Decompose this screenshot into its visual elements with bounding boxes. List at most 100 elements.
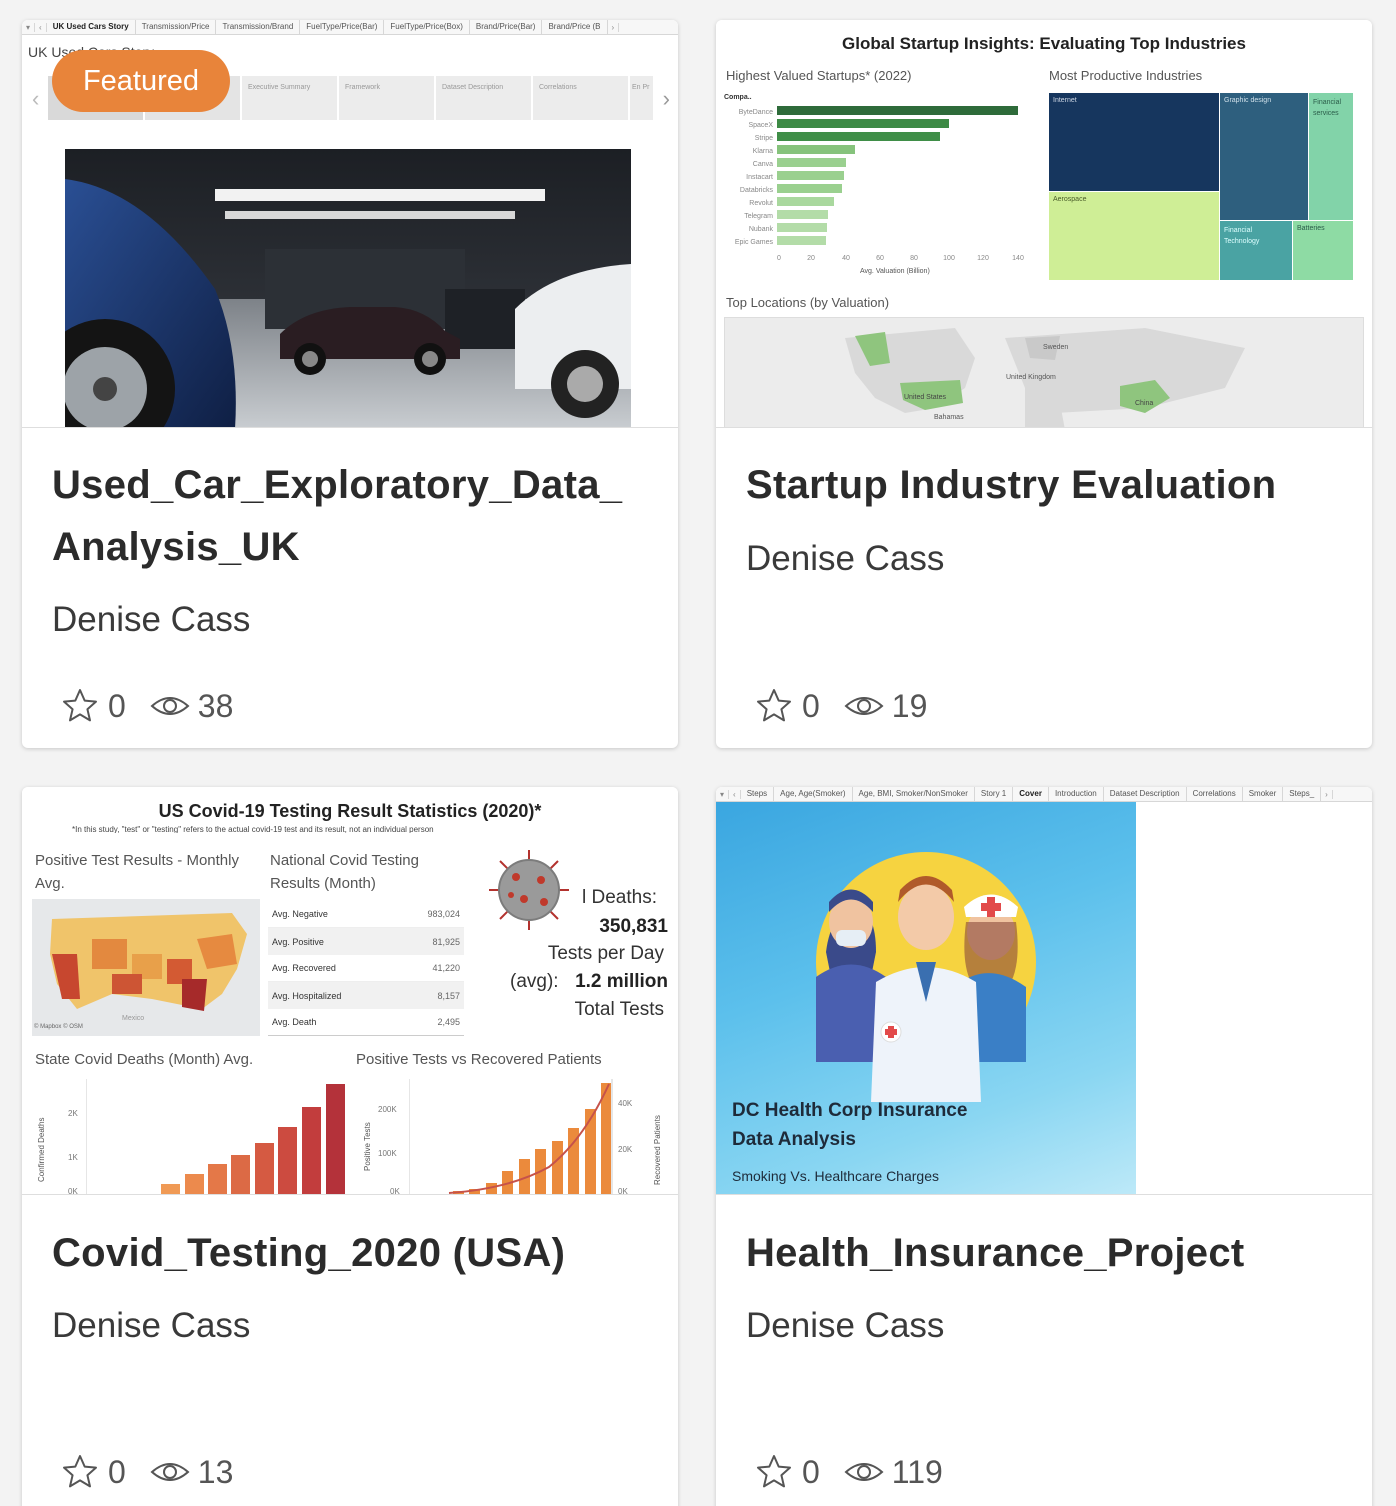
- workbook-title[interactable]: Used_Car_Exploratory_Data_ Analysis_UK: [52, 454, 648, 578]
- story-tab: UK Used Cars Story: [47, 20, 136, 34]
- row-label: Avg. Death: [272, 1017, 317, 1027]
- favorite-control[interactable]: 0: [60, 686, 126, 726]
- author-name[interactable]: Denise Cass: [52, 1306, 250, 1346]
- workbook-thumbnail[interactable]: US Covid-19 Testing Result Statistics (2…: [22, 787, 678, 1195]
- svg-text:140: 140: [1012, 255, 1024, 262]
- positive-recovered-chart: [409, 1079, 613, 1194]
- workbook-stats: 0 13: [60, 1452, 233, 1492]
- bar-chart-title: Highest Valued Startups* (2022): [726, 68, 912, 83]
- car-showroom-photo: [65, 149, 631, 427]
- industry-treemap: Internet Graphic design Financial servic…: [1049, 93, 1353, 280]
- cover-image: DC Health Corp Insurance Data Analysis S…: [716, 802, 1136, 1194]
- bar-x-axis-label: Avg. Valuation (Billion): [860, 268, 930, 275]
- svg-text:Nubank: Nubank: [749, 226, 774, 233]
- prev-arrow-icon: ‹: [729, 789, 741, 799]
- story-tab-bar: ▾ ‹ UK Used Cars Story Transmission/Pric…: [22, 20, 678, 35]
- story-tab: Brand/Price(Bar): [470, 20, 543, 34]
- eye-icon: [150, 1463, 190, 1481]
- map-label: United Kingdom: [1006, 374, 1056, 381]
- recovered-tick: 20K: [618, 1145, 633, 1154]
- svg-text:40: 40: [842, 255, 850, 262]
- svg-text:Canva: Canva: [753, 161, 773, 168]
- deaths-tick: 2K: [68, 1109, 78, 1118]
- positive-tick: 100K: [378, 1149, 397, 1158]
- workbook-gallery: Featured ▾ ‹ UK Used Cars Story Transmis…: [0, 0, 1396, 1506]
- us-choropleth-map: © Mapbox © OSM Mexico: [32, 899, 260, 1036]
- workbook-stats: 0 119: [754, 1452, 943, 1492]
- favorite-control[interactable]: 0: [754, 686, 820, 726]
- favorite-control[interactable]: 0: [754, 1452, 820, 1492]
- prev-story-icon: ‹: [32, 86, 40, 111]
- dropdown-icon: ▾: [22, 22, 36, 32]
- workbook-title[interactable]: Startup Industry Evaluation: [746, 454, 1342, 516]
- workbook-card[interactable]: US Covid-19 Testing Result Statistics (2…: [22, 787, 678, 1506]
- map-title: Positive Test Results - Monthly Avg.: [35, 852, 239, 892]
- star-icon[interactable]: [60, 686, 100, 726]
- story-point: Dataset Description: [436, 76, 533, 120]
- svg-text:120: 120: [977, 255, 989, 262]
- table-row: Avg. Negative 983,024: [268, 901, 464, 928]
- author-name[interactable]: Denise Cass: [746, 539, 944, 579]
- eye-icon: [844, 697, 884, 715]
- workbook-stats: 0 19: [754, 686, 927, 726]
- featured-badge: Featured: [52, 50, 230, 112]
- row-label: Avg. Negative: [272, 909, 328, 919]
- star-icon[interactable]: [754, 686, 794, 726]
- story-tab: Steps: [741, 787, 775, 801]
- row-label: Avg. Recovered: [272, 963, 336, 973]
- svg-text:20: 20: [807, 255, 815, 262]
- star-icon[interactable]: [60, 1452, 100, 1492]
- deaths-kpi-value: 350,831: [599, 916, 668, 937]
- prev-arrow-icon: ‹: [35, 22, 47, 32]
- svg-text:100: 100: [943, 255, 955, 262]
- tests-kpi-value: 1.2 million: [575, 971, 668, 992]
- map-label: China: [1135, 400, 1154, 407]
- world-map: Sweden United Kingdom United States Baha…: [724, 317, 1364, 427]
- author-name[interactable]: Denise Cass: [746, 1306, 944, 1346]
- star-icon[interactable]: [754, 1452, 794, 1492]
- table-row: Avg. Positive 81,925: [268, 928, 464, 955]
- map-credit: © Mapbox © OSM: [34, 1024, 83, 1030]
- startup-bar-chart: ByteDance SpaceX Stripe Klarna Canva Instaca…: [735, 106, 1024, 262]
- svg-text:60: 60: [876, 255, 884, 262]
- view-count-group: 119: [844, 1452, 943, 1492]
- workbook-title[interactable]: Health_Insurance_Project: [746, 1222, 1342, 1284]
- positive-chart-title: Positive Tests vs Recovered Patients: [356, 1051, 602, 1068]
- eye-icon: [844, 1463, 884, 1481]
- map-title: Top Locations (by Valuation): [726, 295, 890, 310]
- story-tab: Transmission/Price: [136, 20, 217, 34]
- eye-icon: [150, 697, 190, 715]
- workbook-thumbnail[interactable]: ▾ ‹ Steps Age, Age(Smoker) Age, BMI, Smo…: [716, 787, 1372, 1195]
- favorite-control[interactable]: 0: [60, 1452, 126, 1492]
- story-tab: Cover: [1013, 787, 1049, 801]
- workbook-card[interactable]: Global Startup Insights: Evaluating Top …: [716, 20, 1372, 748]
- story-point: Framework: [339, 76, 436, 120]
- story-tab: Transmission/Brand: [216, 20, 301, 34]
- tests-kpi-label-2: (avg):: [510, 971, 559, 992]
- tests-kpi-label: Tests per Day: [547, 943, 664, 964]
- story-point: Correlations: [533, 76, 630, 120]
- workbook-title[interactable]: Covid_Testing_2020 (USA): [52, 1222, 648, 1284]
- table-row: Avg. Death 2,495: [268, 1009, 464, 1036]
- favorite-count: 0: [802, 1453, 820, 1490]
- dashboard-note: *In this study, "test" or "testing" refe…: [72, 825, 434, 833]
- svg-text:Stripe: Stripe: [755, 135, 773, 142]
- story-tab: FuelType/Price(Box): [384, 20, 470, 34]
- treemap-cell: Internet: [1049, 93, 1219, 191]
- map-label: Bahamas: [934, 414, 964, 421]
- dashboard-heading: US Covid-19 Testing Result Statistics (2…: [158, 801, 542, 821]
- treemap-cell: Financial services: [1309, 93, 1353, 220]
- svg-text:80: 80: [910, 255, 918, 262]
- us-map-shapes: [50, 913, 247, 1011]
- world-map-shapes: [845, 328, 1245, 427]
- national-testing-table: Avg. Negative 983,024 Avg. Positive 81,925…: [268, 901, 464, 1036]
- svg-text:Klarna: Klarna: [753, 148, 773, 155]
- workbook-card[interactable]: ▾ ‹ Steps Age, Age(Smoker) Age, BMI, Smo…: [716, 787, 1372, 1506]
- row-label: Avg. Hospitalized: [272, 990, 342, 1001]
- map-label: Sweden: [1043, 344, 1069, 351]
- workbook-card[interactable]: Featured ▾ ‹ UK Used Cars Story Transmis…: [22, 20, 678, 748]
- workbook-thumbnail[interactable]: Global Startup Insights: Evaluating Top …: [716, 20, 1372, 428]
- workbook-stats: 0 38: [60, 686, 233, 726]
- author-name[interactable]: Denise Cass: [52, 600, 250, 640]
- cover-title-line-1: DC Health Corp Insurance: [732, 1100, 968, 1121]
